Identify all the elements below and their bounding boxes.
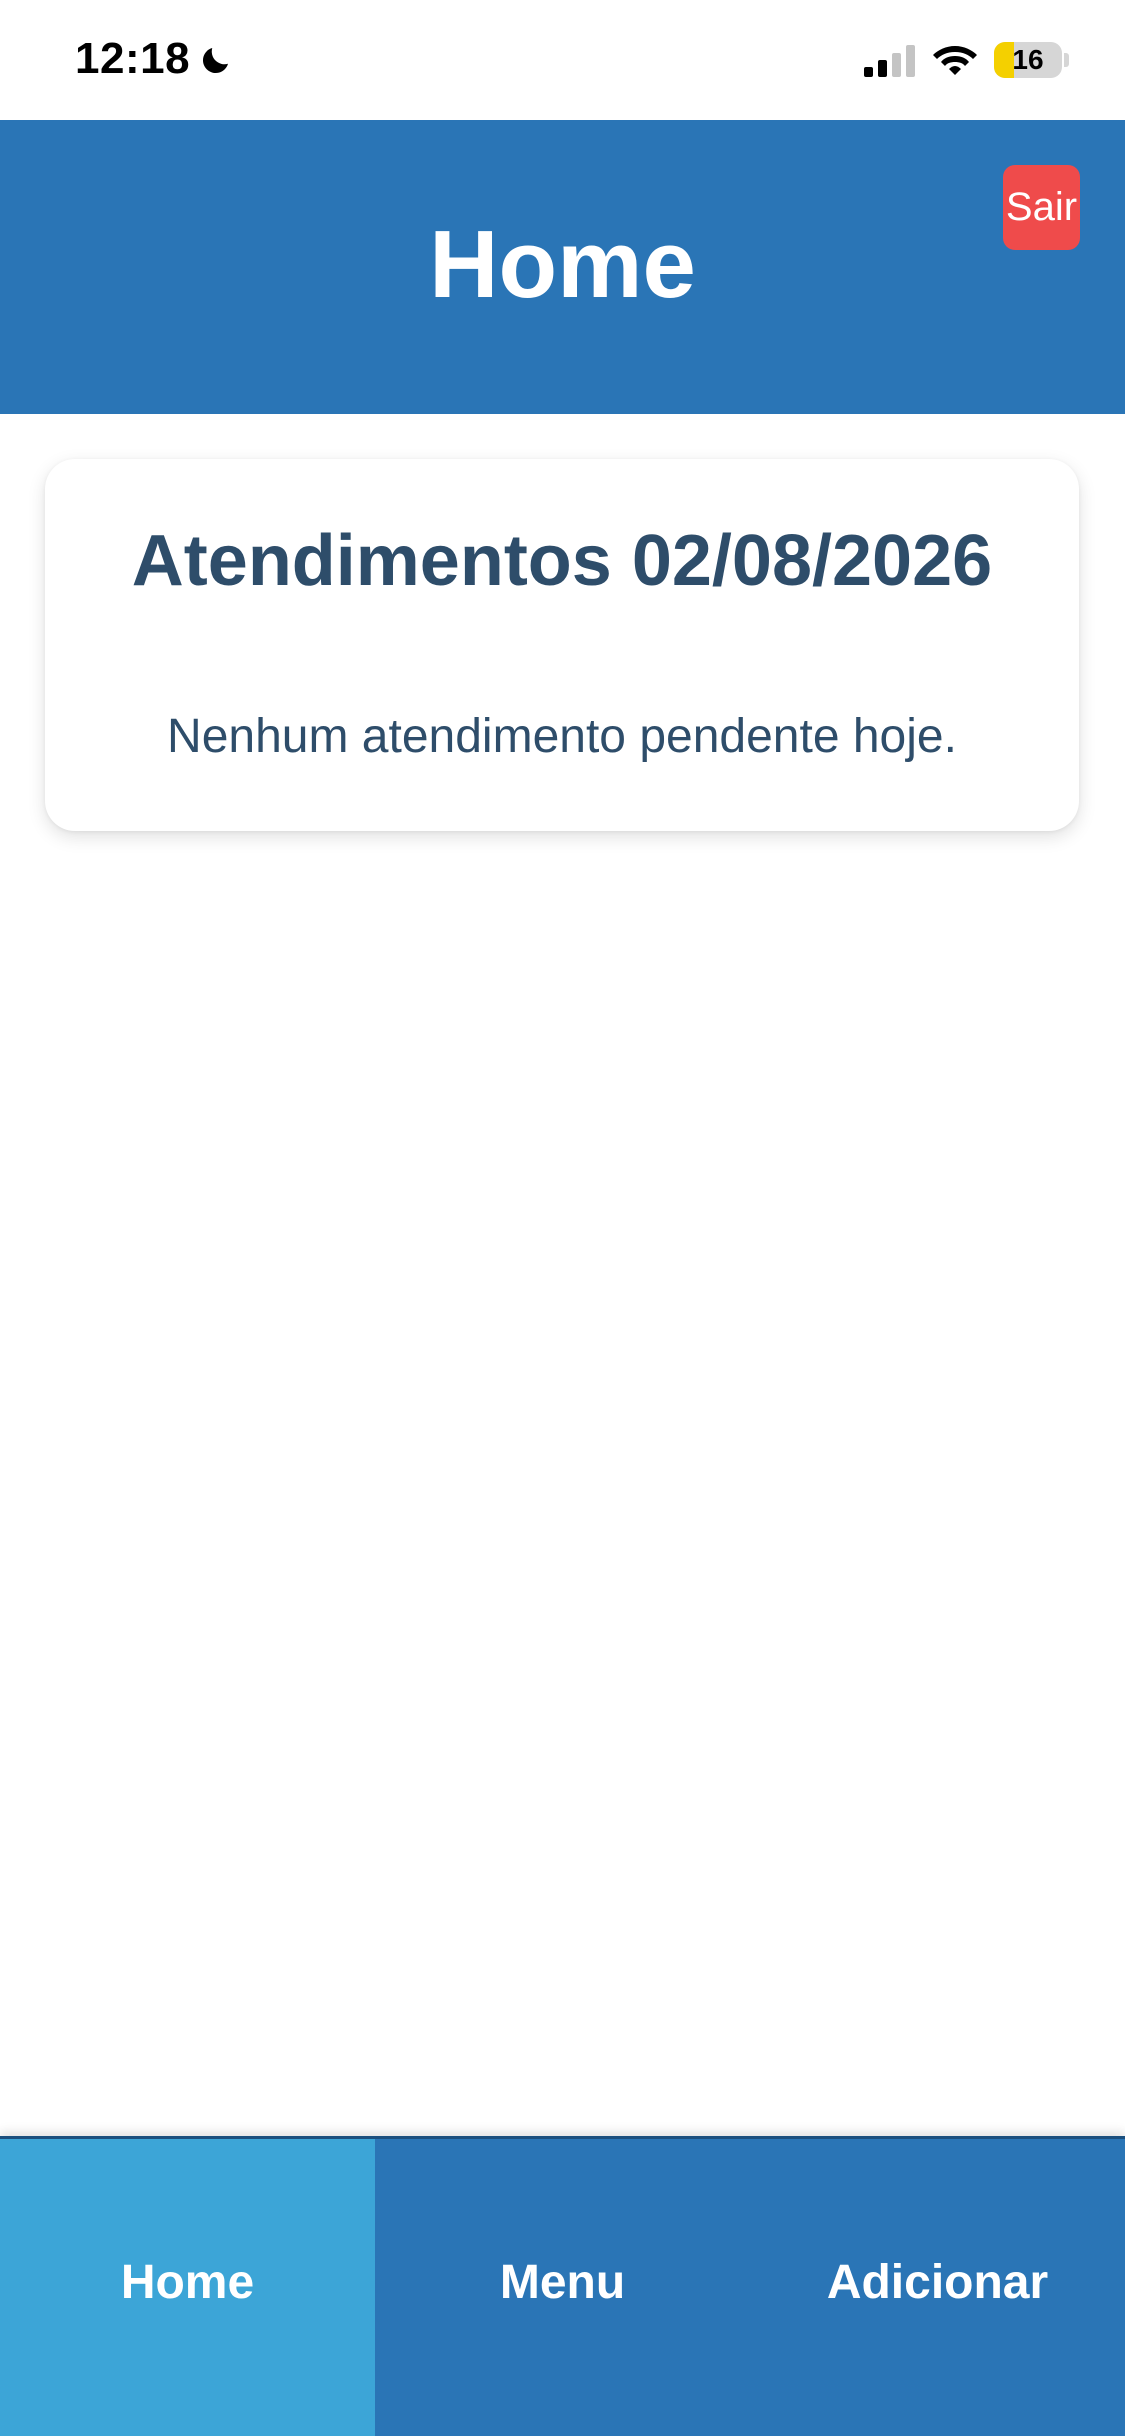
status-time: 12:18 <box>75 34 191 83</box>
page-title: Home <box>429 211 696 318</box>
empty-state-message: Nenhum atendimento pendente hoje. <box>167 710 957 763</box>
appointments-title: Atendimentos 02/08/2026 <box>131 521 993 601</box>
moon-icon <box>202 48 228 74</box>
bottom-tab-bar: Home Menu Adicionar <box>0 2136 1125 2436</box>
tab-menu[interactable]: Menu <box>375 2139 750 2436</box>
battery-icon: 16 <box>994 42 1062 78</box>
signal-icon <box>864 45 915 77</box>
battery-level: 16 <box>1012 44 1044 75</box>
app-screen: 12:18 16 Home Sair Atendimentos 02/08/20… <box>0 0 1125 2436</box>
tab-home[interactable]: Home <box>0 2139 375 2436</box>
app-header: Home Sair <box>0 120 1125 414</box>
tab-adicionar[interactable]: Adicionar <box>750 2139 1125 2436</box>
battery-cap <box>1064 53 1069 67</box>
status-bar: 12:18 16 <box>0 0 1125 120</box>
logout-button[interactable]: Sair <box>1003 165 1080 250</box>
appointments-card: Atendimentos 02/08/2026 Nenhum atendimen… <box>45 459 1079 831</box>
wifi-icon <box>933 46 977 75</box>
